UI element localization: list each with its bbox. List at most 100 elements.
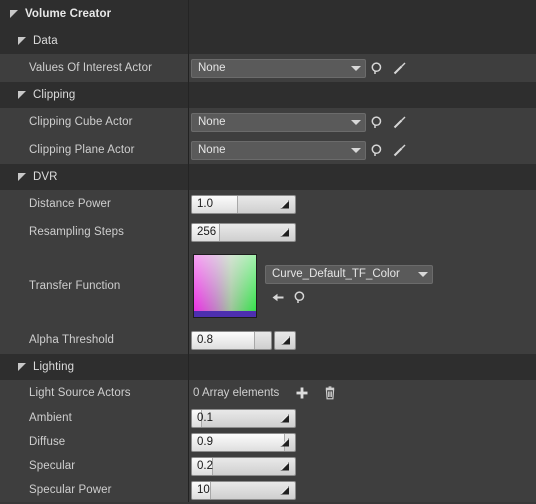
expander-triangle-icon[interactable]	[18, 36, 27, 46]
browse-icon[interactable]	[366, 112, 388, 132]
property-label: Ambient	[29, 412, 72, 424]
property-row-transfer-function: Transfer Function Curve_Default_TF_Color	[0, 246, 536, 326]
expander-triangle-icon[interactable]	[18, 90, 27, 100]
column-splitter	[188, 478, 189, 502]
column-splitter	[188, 218, 189, 246]
property-label: Alpha Threshold	[29, 334, 115, 346]
chevron-down-icon	[351, 147, 361, 153]
property-row-alpha-threshold: Alpha Threshold 0.8	[0, 326, 536, 354]
browse-icon[interactable]	[366, 140, 388, 160]
eyedropper-icon[interactable]	[388, 58, 410, 78]
use-selected-arrow-icon[interactable]	[267, 288, 289, 308]
number-slider-track[interactable]: 256	[191, 222, 296, 242]
category-title: Data	[33, 35, 58, 47]
property-label: Transfer Function	[29, 280, 121, 292]
number-slider-track[interactable]: 0.1	[191, 408, 296, 428]
column-splitter	[188, 136, 189, 164]
number-value: 0.2	[197, 460, 213, 472]
column-splitter	[188, 430, 189, 454]
property-label: Values Of Interest Actor	[29, 62, 152, 74]
number-slider-track[interactable]: 10	[191, 480, 296, 500]
property-label: Distance Power	[29, 198, 111, 210]
column-splitter	[188, 190, 189, 218]
column-splitter	[188, 164, 189, 190]
category-title: Volume Creator	[25, 8, 112, 20]
number-slider-diffuse[interactable]: 0.9	[191, 432, 296, 452]
object-picker-combo[interactable]: None	[191, 58, 366, 78]
drag-handle-arrow-icon[interactable]	[278, 434, 291, 451]
property-row-diffuse: Diffuse 0.9	[0, 430, 536, 454]
number-slider-specular[interactable]: 0.2	[191, 456, 296, 476]
expander-triangle-icon[interactable]	[10, 9, 19, 19]
object-picker-combo[interactable]: None	[191, 112, 366, 132]
browse-icon[interactable]	[289, 288, 311, 308]
property-label: Clipping Plane Actor	[29, 144, 135, 156]
property-label: Light Source Actors	[29, 387, 131, 399]
expander-triangle-icon[interactable]	[18, 172, 27, 182]
browse-icon[interactable]	[366, 58, 388, 78]
number-value: 0.1	[197, 412, 213, 424]
number-slider-alpha-threshold[interactable]: 0.8	[191, 330, 296, 350]
number-value: 0.9	[197, 436, 213, 448]
asset-combo-value: Curve_Default_TF_Color	[272, 268, 400, 280]
property-row-ambient: Ambient 0.1	[0, 406, 536, 430]
category-header-clipping[interactable]: Clipping	[0, 82, 536, 108]
object-picker-combo[interactable]: None	[191, 140, 366, 160]
drag-handle-arrow-icon[interactable]	[278, 458, 291, 475]
transfer-function-thumbnail[interactable]	[193, 254, 257, 318]
asset-combo-transfer-function[interactable]: Curve_Default_TF_Color	[265, 264, 433, 284]
property-row-light-source-actors: Light Source Actors 0 Array elements	[0, 380, 536, 406]
column-splitter	[188, 82, 189, 108]
category-header-data[interactable]: Data	[0, 28, 536, 54]
number-slider-track[interactable]: 0.8	[191, 330, 272, 350]
array-element-count: 0 Array elements	[193, 387, 280, 399]
expander-triangle-icon[interactable]	[18, 362, 27, 372]
property-label: Diffuse	[29, 436, 66, 448]
object-picker-value: None	[198, 116, 226, 128]
number-slider-specular-power[interactable]: 10	[191, 480, 296, 500]
property-row-resampling-steps: Resampling Steps 256	[0, 218, 536, 246]
object-picker-value: None	[198, 62, 226, 74]
property-label: Specular	[29, 460, 76, 472]
drag-handle-arrow-icon[interactable]	[278, 410, 291, 427]
property-row-clipping-cube-actor: Clipping Cube Actor None	[0, 108, 536, 136]
drag-handle-arrow-icon[interactable]	[278, 224, 291, 241]
drag-handle-arrow-icon[interactable]	[278, 482, 291, 499]
property-row-specular: Specular 0.2	[0, 454, 536, 478]
thumbnail-gradient-overlay	[194, 255, 256, 311]
number-slider-track[interactable]: 0.2	[191, 456, 296, 476]
number-value: 1.0	[197, 198, 213, 210]
drag-handle-arrow-icon[interactable]	[274, 330, 296, 350]
number-slider-track[interactable]: 0.9	[191, 432, 296, 452]
column-splitter	[188, 246, 189, 326]
column-splitter	[188, 54, 189, 82]
property-row-specular-power: Specular Power 10	[0, 478, 536, 502]
category-header-volume-creator[interactable]: Volume Creator	[0, 0, 536, 28]
column-splitter	[188, 108, 189, 136]
category-header-dvr[interactable]: DVR	[0, 164, 536, 190]
eyedropper-icon[interactable]	[388, 140, 410, 160]
number-slider-ambient[interactable]: 0.1	[191, 408, 296, 428]
property-row-values-of-interest-actor: Values Of Interest Actor None	[0, 54, 536, 82]
column-splitter	[188, 454, 189, 478]
column-splitter	[188, 0, 189, 28]
category-title: Lighting	[33, 361, 75, 373]
object-picker-value: None	[198, 144, 226, 156]
drag-handle-arrow-icon[interactable]	[278, 196, 291, 213]
number-slider-distance-power[interactable]: 1.0	[191, 194, 296, 214]
property-row-distance-power: Distance Power 1.0	[0, 190, 536, 218]
number-value: 10	[197, 484, 210, 496]
add-element-icon[interactable]	[291, 383, 313, 403]
category-title: Clipping	[33, 89, 76, 101]
delete-all-icon[interactable]	[319, 383, 341, 403]
number-slider-resampling-steps[interactable]: 256	[191, 222, 296, 242]
eyedropper-icon[interactable]	[388, 112, 410, 132]
category-header-lighting[interactable]: Lighting	[0, 354, 536, 380]
column-splitter	[188, 354, 189, 380]
number-value: 256	[197, 226, 217, 238]
column-splitter	[188, 326, 189, 354]
chevron-down-icon	[418, 271, 428, 277]
chevron-down-icon	[351, 119, 361, 125]
column-splitter	[188, 406, 189, 430]
number-slider-track[interactable]: 1.0	[191, 194, 296, 214]
